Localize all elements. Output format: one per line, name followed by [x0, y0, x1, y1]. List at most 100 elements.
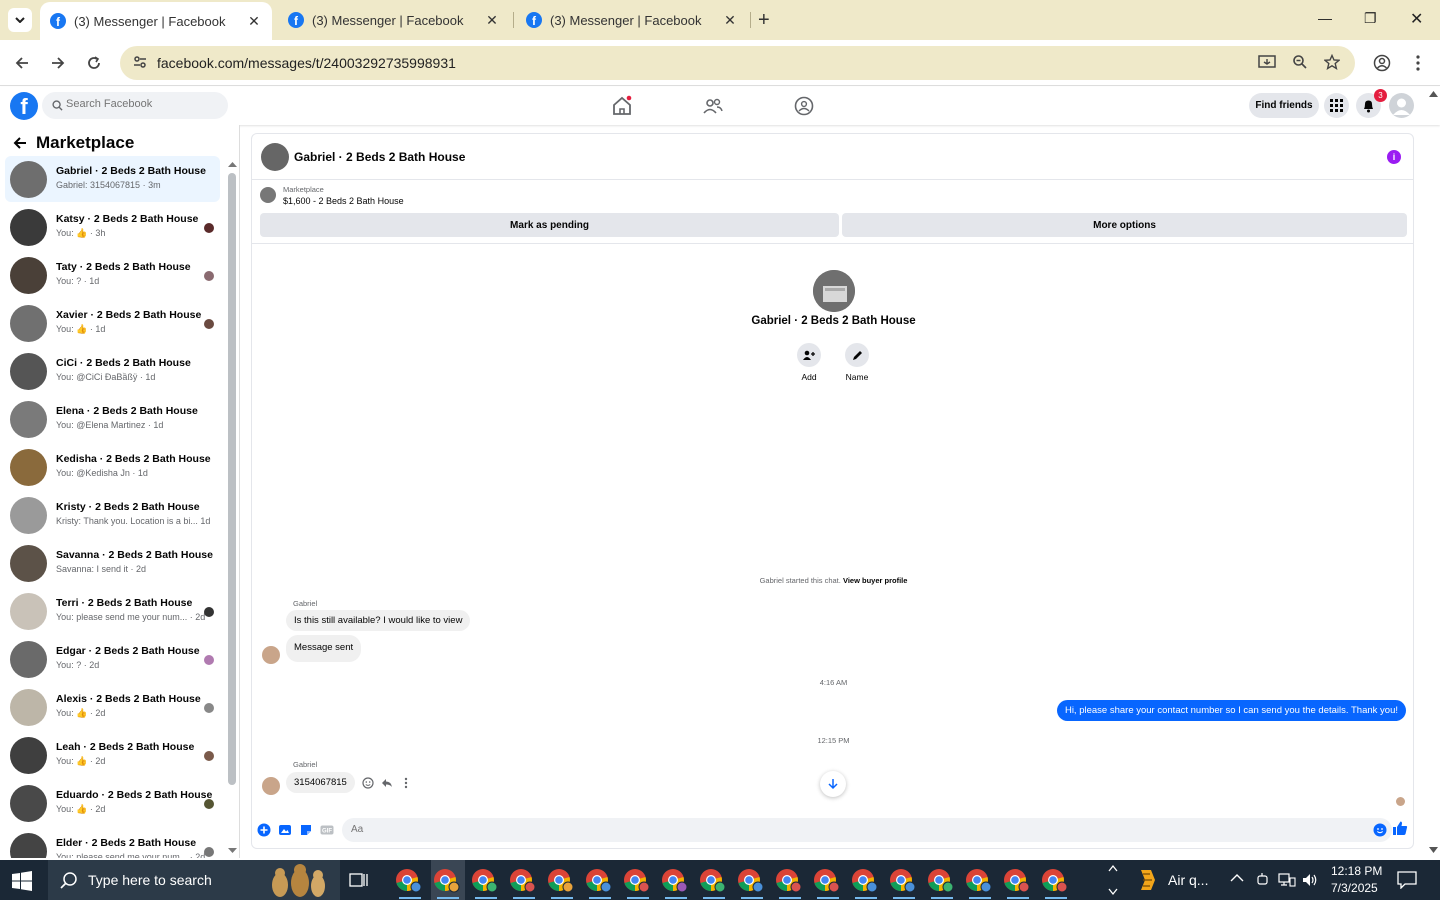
chrome-taskbar-icon[interactable]	[925, 860, 959, 900]
browser-tab-1[interactable]: f (3) Messenger | Facebook ✕	[40, 2, 272, 40]
gif-icon[interactable]: GIF	[320, 823, 334, 837]
conversation-item[interactable]: Leah · 2 Beds 2 Bath House You: 👍 · 2d	[5, 732, 220, 778]
task-view-icon[interactable]	[349, 871, 369, 889]
chrome-taskbar-icon[interactable]	[469, 860, 503, 900]
message-composer[interactable]	[342, 818, 1392, 842]
mark-as-pending-button[interactable]: Mark as pending	[260, 213, 839, 237]
sticker-icon[interactable]	[299, 823, 313, 837]
taskbar-up-icon[interactable]	[1108, 864, 1118, 872]
chrome-taskbar-icon[interactable]	[887, 860, 921, 900]
conversation-item[interactable]: Taty · 2 Beds 2 Bath House You: ? · 1d	[5, 252, 220, 298]
sidebar-scrollbar[interactable]	[228, 173, 236, 785]
browser-tab-2[interactable]: f (3) Messenger | Facebook ✕	[278, 0, 510, 40]
chrome-taskbar-icon[interactable]	[1001, 860, 1035, 900]
chrome-taskbar-icon[interactable]	[697, 860, 731, 900]
forward-button[interactable]	[47, 52, 69, 74]
minimize-button[interactable]: —	[1318, 10, 1332, 26]
chrome-taskbar-icon[interactable]	[735, 860, 769, 900]
page-scrollbar[interactable]	[1428, 87, 1440, 858]
message-bubble[interactable]: 3154067815	[286, 772, 355, 793]
close-tab-icon[interactable]: ✕	[722, 12, 738, 29]
conversation-item[interactable]: Alexis · 2 Beds 2 Bath House You: 👍 · 2d	[5, 684, 220, 730]
chrome-taskbar-icon[interactable]	[811, 860, 845, 900]
add-people-button[interactable]: Add	[794, 343, 824, 382]
conversation-item[interactable]: Elena · 2 Beds 2 Bath House You: @Elena M…	[5, 396, 220, 442]
close-window-button[interactable]: ✕	[1410, 9, 1423, 29]
conversation-item[interactable]: Xavier · 2 Beds 2 Bath House You: 👍 · 1d	[5, 300, 220, 346]
search-input[interactable]	[66, 98, 216, 110]
new-tab-button[interactable]: +	[758, 9, 770, 32]
conversation-item[interactable]: Kedisha · 2 Beds 2 Bath House You: @Kedis…	[5, 444, 220, 490]
account-avatar[interactable]	[1389, 93, 1414, 118]
close-tab-icon[interactable]: ✕	[484, 12, 500, 29]
chat-title[interactable]: Gabriel · 2 Beds 2 Bath House	[294, 150, 465, 164]
url-text[interactable]: facebook.com/messages/t/2400329273599893…	[157, 55, 456, 71]
chrome-taskbar-icon[interactable]	[963, 860, 997, 900]
conversation-item[interactable]: CiCi · 2 Beds 2 Bath House You: @CiCi ĐaB…	[5, 348, 220, 394]
profile-avatar[interactable]	[813, 270, 855, 312]
conversation-item[interactable]: Eduardo · 2 Beds 2 Bath House You: 👍 · 2d	[5, 780, 220, 826]
chrome-taskbar-icon[interactable]	[1039, 860, 1073, 900]
chrome-taskbar-icon[interactable]	[431, 860, 465, 900]
home-icon[interactable]	[611, 95, 633, 117]
clock-time[interactable]: 12:18 PM	[1331, 864, 1382, 878]
message-bubble[interactable]: Is this still available? I would like to…	[286, 610, 471, 631]
more-options-button[interactable]: More options	[842, 213, 1407, 237]
show-hidden-icons-icon[interactable]	[1230, 873, 1244, 883]
volume-icon[interactable]	[1302, 872, 1318, 888]
chrome-taskbar-icon[interactable]	[621, 860, 655, 900]
notifications-button[interactable]: 3	[1356, 89, 1387, 118]
conversation-item[interactable]: Savanna · 2 Beds 2 Bath House Savanna: I …	[5, 540, 220, 586]
my-message-bubble[interactable]: Hi, please share your contact number so …	[1056, 700, 1406, 721]
close-tab-icon[interactable]: ✕	[246, 13, 262, 30]
message-input[interactable]	[351, 824, 1301, 835]
taskbar-down-icon[interactable]	[1108, 888, 1118, 896]
facebook-logo-icon[interactable]: f	[10, 92, 38, 120]
back-button[interactable]	[11, 52, 33, 74]
more-actions-icon[interactable]	[404, 777, 408, 789]
sender-avatar[interactable]	[262, 646, 280, 664]
view-buyer-profile-link[interactable]: View buyer profile	[843, 576, 907, 585]
chrome-taskbar-icon[interactable]	[849, 860, 883, 900]
reply-icon[interactable]	[381, 777, 393, 789]
chrome-taskbar-icon[interactable]	[507, 860, 541, 900]
menu-grid-icon[interactable]	[1324, 93, 1349, 118]
scroll-to-bottom-button[interactable]	[820, 771, 846, 797]
weather-icon[interactable]	[1137, 868, 1159, 892]
omnibox[interactable]: facebook.com/messages/t/2400329273599893…	[120, 46, 1355, 80]
profile-icon[interactable]	[1371, 52, 1393, 74]
conversation-item[interactable]: Gabriel · 2 Beds 2 Bath House Gabriel: 31…	[5, 156, 220, 202]
conversation-item[interactable]: Katsy · 2 Beds 2 Bath House You: 👍 · 3h	[5, 204, 220, 250]
chat-avatar[interactable]	[261, 143, 289, 171]
scroll-down-icon[interactable]	[228, 847, 237, 854]
scroll-up-icon[interactable]	[228, 161, 237, 168]
zoom-icon[interactable]	[1292, 54, 1308, 70]
react-emoji-icon[interactable]	[362, 777, 374, 789]
facebook-search[interactable]	[42, 92, 228, 119]
browser-menu-icon[interactable]	[1407, 52, 1429, 74]
bookmark-star-icon[interactable]	[1324, 54, 1340, 70]
friends-icon[interactable]	[702, 95, 724, 117]
windows-start-icon[interactable]	[12, 871, 32, 891]
groups-icon[interactable]	[793, 95, 815, 117]
info-icon[interactable]: i	[1387, 150, 1401, 164]
message-bubble[interactable]: Message sent	[286, 635, 362, 662]
install-app-icon[interactable]	[1258, 54, 1276, 70]
meet-now-icon[interactable]	[1255, 872, 1271, 888]
conversation-item[interactable]: Edgar · 2 Beds 2 Bath House You: ? · 2d	[5, 636, 220, 682]
notification-center-icon[interactable]	[1397, 871, 1417, 889]
emoji-icon[interactable]	[1373, 823, 1387, 837]
network-icon[interactable]	[1278, 872, 1296, 888]
conversation-item[interactable]: Kristy · 2 Beds 2 Bath House Kristy: Than…	[5, 492, 220, 538]
chrome-taskbar-icon[interactable]	[659, 860, 693, 900]
conversation-item[interactable]: Terri · 2 Beds 2 Bath House You: please s…	[5, 588, 220, 634]
chrome-taskbar-icon[interactable]	[773, 860, 807, 900]
reload-button[interactable]	[83, 52, 105, 74]
chrome-taskbar-icon[interactable]	[393, 860, 427, 900]
back-arrow-icon[interactable]	[13, 136, 27, 150]
photo-icon[interactable]	[278, 823, 292, 837]
sender-avatar[interactable]	[262, 777, 280, 795]
thumbs-up-icon[interactable]	[1392, 820, 1408, 836]
tab-search-dropdown[interactable]	[8, 8, 32, 32]
plus-circle-icon[interactable]	[257, 823, 271, 837]
